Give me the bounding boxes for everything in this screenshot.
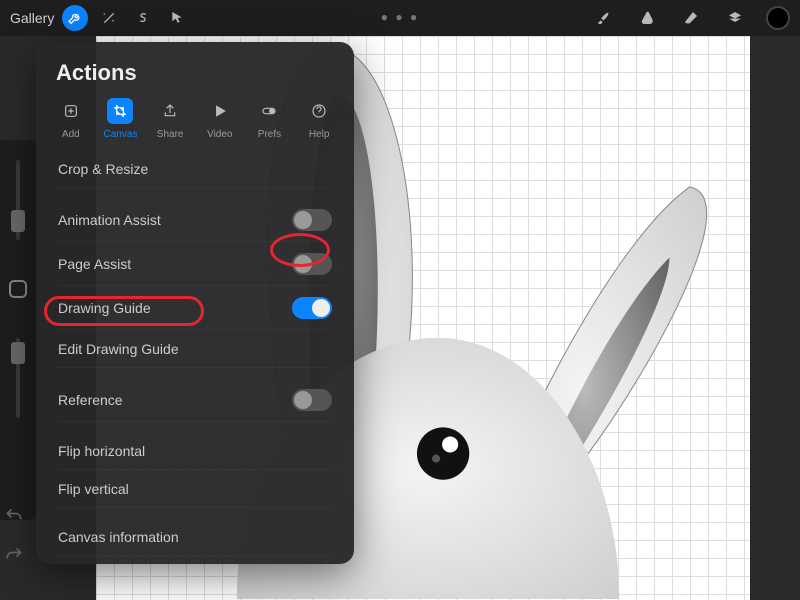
undo-button[interactable] xyxy=(4,506,24,531)
tab-label: Help xyxy=(309,129,330,140)
gallery-button[interactable]: Gallery xyxy=(10,10,54,26)
eraser-button[interactable] xyxy=(678,5,704,31)
menu-animation-assist[interactable]: Animation Assist xyxy=(36,198,354,242)
add-icon xyxy=(63,103,79,119)
wand-icon xyxy=(101,10,117,26)
tab-label: Canvas xyxy=(104,129,138,140)
actions-button[interactable] xyxy=(62,5,88,31)
toggle-reference[interactable] xyxy=(292,389,332,411)
actions-popover: Actions Add Canvas Share Video Prefs Hel… xyxy=(36,42,354,564)
brush-size-slider[interactable] xyxy=(16,160,20,240)
tab-label: Add xyxy=(62,129,80,140)
tab-label: Prefs xyxy=(258,129,281,140)
eraser-icon xyxy=(683,10,699,26)
toggle-icon xyxy=(261,103,277,119)
opacity-slider[interactable] xyxy=(16,338,20,418)
modify-menu-icon[interactable]: ● ● ● xyxy=(381,10,419,24)
actions-tab-row: Add Canvas Share Video Prefs Help xyxy=(36,98,354,150)
popover-title: Actions xyxy=(36,56,354,98)
tab-add[interactable]: Add xyxy=(48,98,94,140)
menu-label: Animation Assist xyxy=(58,212,161,228)
wrench-icon xyxy=(67,10,83,26)
toggle-animation-assist[interactable] xyxy=(292,209,332,231)
play-icon xyxy=(212,103,228,119)
redo-button[interactable] xyxy=(4,545,24,570)
menu-label: Flip horizontal xyxy=(58,443,145,459)
menu-label: Edit Drawing Guide xyxy=(58,341,179,357)
tab-label: Video xyxy=(207,129,232,140)
menu-label: Crop & Resize xyxy=(58,161,148,177)
canvas-menu-list: Crop & Resize Animation Assist Page Assi… xyxy=(36,150,354,556)
tab-canvas[interactable]: Canvas xyxy=(97,98,143,140)
tab-help[interactable]: Help xyxy=(296,98,342,140)
smudge-icon xyxy=(639,10,655,26)
menu-label: Reference xyxy=(58,392,123,408)
transform-button[interactable] xyxy=(164,5,190,31)
brush-icon xyxy=(595,10,611,26)
layers-icon xyxy=(727,10,743,26)
brush-button[interactable] xyxy=(590,5,616,31)
share-icon xyxy=(162,103,178,119)
menu-crop-resize[interactable]: Crop & Resize xyxy=(36,150,354,188)
menu-edit-drawing-guide[interactable]: Edit Drawing Guide xyxy=(36,330,354,368)
menu-reference[interactable]: Reference xyxy=(36,378,354,422)
menu-label: Flip vertical xyxy=(58,481,129,497)
top-toolbar: Gallery ● ● ● xyxy=(0,0,800,36)
menu-flip-horizontal[interactable]: Flip horizontal xyxy=(36,432,354,470)
canvas-crop-icon xyxy=(112,103,128,119)
selection-button[interactable] xyxy=(130,5,156,31)
help-icon xyxy=(311,103,327,119)
menu-label: Canvas information xyxy=(58,529,179,545)
left-sidebar xyxy=(0,140,36,520)
layers-button[interactable] xyxy=(722,5,748,31)
menu-drawing-guide[interactable]: Drawing Guide xyxy=(36,286,354,330)
cursor-icon xyxy=(169,10,185,26)
toggle-page-assist[interactable] xyxy=(292,253,332,275)
menu-label: Drawing Guide xyxy=(58,300,151,316)
menu-canvas-information[interactable]: Canvas information xyxy=(36,518,354,556)
toggle-drawing-guide[interactable] xyxy=(292,297,332,319)
menu-page-assist[interactable]: Page Assist xyxy=(36,242,354,286)
tab-video[interactable]: Video xyxy=(197,98,243,140)
tab-share[interactable]: Share xyxy=(147,98,193,140)
adjustments-button[interactable] xyxy=(96,5,122,31)
tab-prefs[interactable]: Prefs xyxy=(246,98,292,140)
smudge-button[interactable] xyxy=(634,5,660,31)
color-picker-button[interactable] xyxy=(766,6,790,30)
tab-label: Share xyxy=(157,129,184,140)
menu-flip-vertical[interactable]: Flip vertical xyxy=(36,470,354,508)
menu-label: Page Assist xyxy=(58,256,131,272)
modify-button[interactable] xyxy=(9,280,27,298)
selection-s-icon xyxy=(135,10,151,26)
